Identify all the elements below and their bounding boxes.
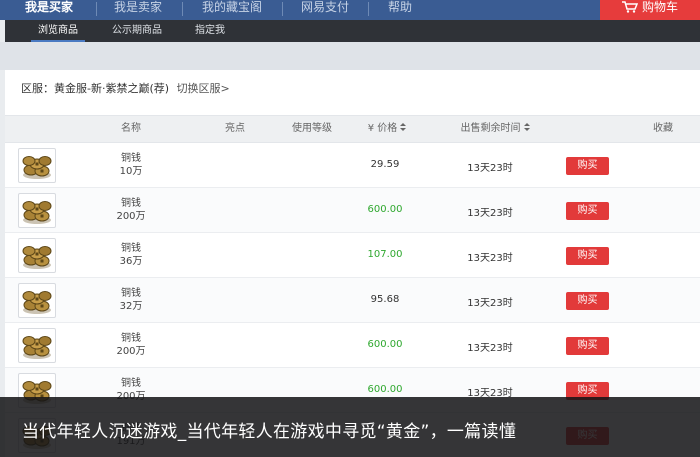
item-title: 铜钱 (121, 288, 141, 299)
item-name: 铜钱 36万 (100, 242, 162, 268)
item-time-left: 13天23时 (467, 208, 513, 219)
cart-icon (621, 1, 638, 13)
header-name: 名称 (121, 123, 141, 134)
table-row: 铜钱 36万 107.00 13天23时 购买 (5, 233, 700, 278)
item-amount: 200万 (116, 346, 146, 357)
item-name: 铜钱 10万 (100, 152, 162, 178)
cart-button[interactable]: 购物车 (600, 0, 700, 20)
subnav-designated[interactable]: 指定我 (185, 20, 235, 42)
top-nav: 我是买家 我是卖家 我的藏宝阁 网易支付 帮助 购物车 (0, 0, 700, 20)
coin-pile-icon[interactable] (18, 148, 56, 183)
cart-label: 购物车 (641, 0, 678, 14)
server-label: 区服： (21, 82, 54, 95)
sort-icon (523, 123, 530, 132)
item-price: 95.68 (370, 294, 400, 305)
header-time: 出售剩余时间 (460, 123, 521, 134)
switch-server-link[interactable]: 切换区服> (177, 82, 230, 95)
nav-separator (282, 2, 283, 16)
item-time-left: 13天23时 (467, 298, 513, 309)
header-level: 使用等级 (292, 123, 332, 134)
nav-separator (96, 2, 97, 16)
table-row: 铜钱 200万 600.00 13天23时 购买 (5, 323, 700, 368)
item-time-left: 13天23时 (467, 163, 513, 174)
item-price: 29.59 (370, 159, 400, 170)
item-price: 107.00 (367, 249, 403, 260)
tab-help[interactable]: 帮助 (372, 0, 428, 20)
item-price: 600.00 (367, 384, 403, 395)
header-price-sort[interactable]: ¥ 价格 (350, 116, 424, 142)
buy-button[interactable]: 购买 (566, 157, 609, 175)
item-title: 铜钱 (121, 153, 141, 164)
tab-netease-pay[interactable]: 网易支付 (286, 0, 364, 20)
item-title: 铜钱 (121, 333, 141, 344)
coin-pile-icon[interactable] (18, 283, 56, 318)
buy-button[interactable]: 购买 (566, 337, 609, 355)
item-title: 铜钱 (121, 198, 141, 209)
header-highlight: 亮点 (225, 123, 245, 134)
subnav-browse[interactable]: 浏览商品 (25, 20, 91, 42)
buy-button[interactable]: 购买 (566, 292, 609, 310)
sort-icon (400, 123, 407, 132)
tab-my-treasure[interactable]: 我的藏宝阁 (186, 0, 278, 20)
header-time-sort[interactable]: 出售剩余时间 (445, 116, 545, 142)
item-time-left: 13天23时 (467, 343, 513, 354)
item-amount: 10万 (119, 166, 143, 177)
tab-buyer[interactable]: 我是买家 (8, 0, 90, 20)
tab-seller[interactable]: 我是卖家 (100, 0, 176, 20)
item-amount: 36万 (119, 256, 143, 267)
item-amount: 32万 (119, 301, 143, 312)
item-time-left: 13天23时 (467, 253, 513, 264)
item-title: 铜钱 (121, 378, 141, 389)
nav-separator (182, 2, 183, 16)
item-name: 铜钱 200万 (100, 197, 162, 223)
item-price: 600.00 (367, 339, 403, 350)
caption-overlay: 当代年轻人沉迷游戏_当代年轻人在游戏中寻觅“黄金”，一篇读懂 (0, 397, 700, 457)
item-name: 铜钱 200万 (100, 332, 162, 358)
item-title: 铜钱 (121, 243, 141, 254)
header-favorite: 收藏 (653, 123, 673, 134)
coin-pile-icon[interactable] (18, 193, 56, 228)
item-name: 铜钱 32万 (100, 287, 162, 313)
item-amount: 200万 (116, 211, 146, 222)
buy-button[interactable]: 购买 (566, 202, 609, 220)
server-selector: 区服：黄金服-新·紫禁之巅(荐) 切换区服> (21, 80, 230, 96)
nav-separator (368, 2, 369, 16)
caption-text: 当代年轻人沉迷游戏_当代年轻人在游戏中寻觅“黄金”，一篇读懂 (22, 422, 517, 442)
table-row: 铜钱 200万 600.00 13天23时 购买 (5, 188, 700, 233)
table-row: 铜钱 10万 29.59 13天23时 购买 (5, 143, 700, 188)
table-header: 名称 亮点 使用等级 ¥ 价格 出售剩余时间 收藏 (5, 115, 700, 143)
sub-nav: 浏览商品 公示期商品 指定我 (5, 20, 700, 42)
table-row: 铜钱 32万 95.68 13天23时 购买 (5, 278, 700, 323)
coin-pile-icon[interactable] (18, 328, 56, 363)
header-price: ¥ 价格 (367, 123, 398, 134)
buy-button[interactable]: 购买 (566, 247, 609, 265)
subnav-public-period[interactable]: 公示期商品 (101, 20, 173, 42)
banner-band (0, 42, 700, 70)
coin-pile-icon[interactable] (18, 238, 56, 273)
server-name: 黄金服-新·紫禁之巅(荐) (54, 82, 170, 95)
item-price: 600.00 (367, 204, 403, 215)
